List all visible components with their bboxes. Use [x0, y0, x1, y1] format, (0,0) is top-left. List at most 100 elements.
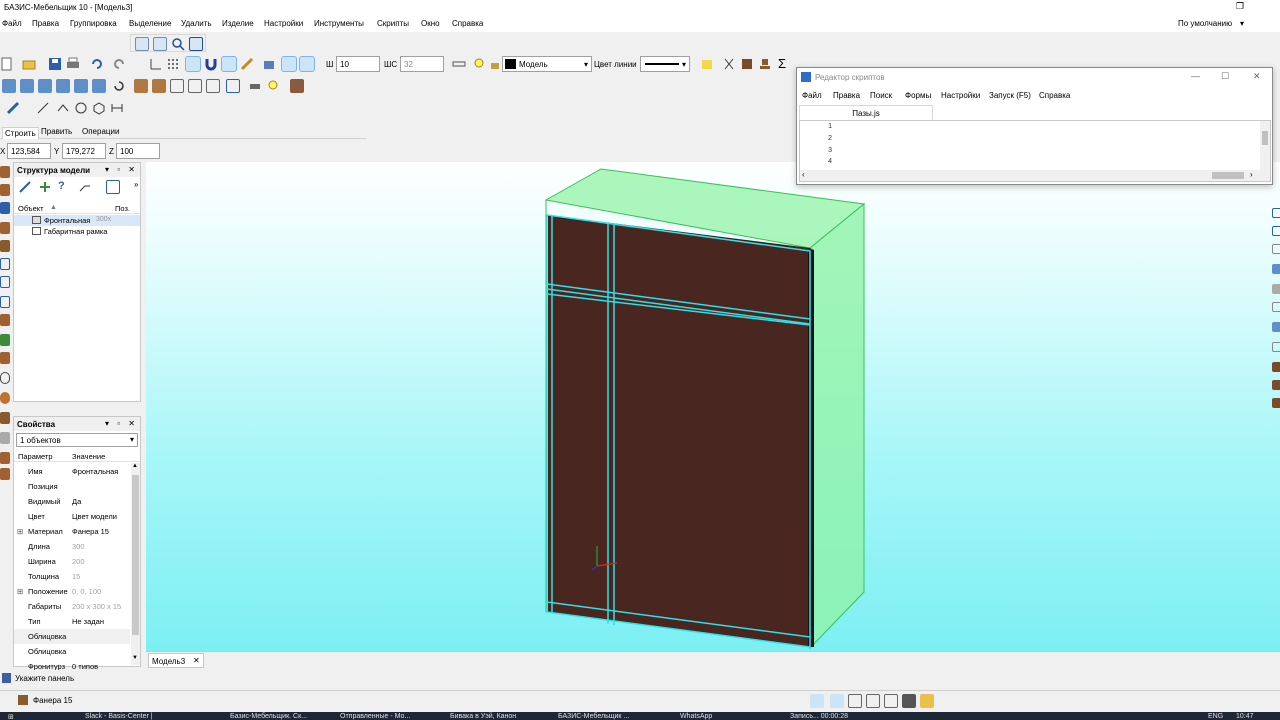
tab-build[interactable]: Строить — [2, 127, 39, 139]
scroll-down-icon[interactable]: ▼ — [132, 655, 138, 661]
open-folder-icon[interactable] — [22, 57, 36, 71]
side-tool-16-icon[interactable] — [0, 452, 10, 464]
status-tool-5-icon[interactable] — [884, 694, 898, 708]
new-file-icon[interactable] — [0, 57, 14, 71]
side-tool-3-icon[interactable] — [0, 202, 10, 214]
box-5-icon[interactable] — [206, 79, 220, 93]
layer-select[interactable]: Модель ▾ — [502, 56, 592, 72]
3d-viewport[interactable] — [146, 162, 1280, 651]
property-row[interactable]: Имя Фронтальная — [14, 464, 130, 479]
box-4-icon[interactable] — [188, 79, 202, 93]
script-menu-run[interactable]: Запуск (F5) — [989, 91, 1031, 100]
side-right-8-icon[interactable] — [1272, 342, 1280, 352]
menu-edit[interactable]: Правка — [32, 19, 59, 28]
property-row[interactable]: Видимый Да — [14, 494, 130, 509]
col-pos[interactable]: Поз. — [115, 204, 130, 213]
side-right-10-icon[interactable] — [1272, 380, 1280, 390]
scroll-thumb[interactable] — [132, 475, 139, 635]
bulb-icon[interactable] — [472, 57, 486, 71]
document-tab[interactable]: Модель3 ✕ — [148, 653, 204, 668]
box-3-icon[interactable] — [170, 79, 184, 93]
taskbar-item[interactable]: БАЗИС-Мебельщик ... — [558, 713, 629, 720]
zoom-all-icon[interactable] — [135, 37, 149, 51]
side-right-9-icon[interactable] — [1272, 362, 1280, 372]
side-right-2-icon[interactable] — [1272, 226, 1280, 236]
fittings-icon[interactable] — [248, 79, 262, 93]
property-row[interactable]: Длина 300 — [14, 539, 130, 554]
z-coord-field[interactable]: 100 — [116, 143, 160, 159]
menu-scripts[interactable]: Скрипты — [377, 19, 409, 28]
view-3d-icon[interactable] — [262, 57, 276, 71]
side-right-1-icon[interactable] — [1272, 208, 1280, 218]
properties-scrollbar[interactable]: ▲ ▼ — [131, 463, 140, 665]
expand-icon[interactable]: ⊞ — [17, 587, 23, 596]
dimension-tool-icon[interactable] — [110, 101, 124, 115]
menu-select[interactable]: Выделение — [129, 19, 171, 28]
axis-icon[interactable] — [148, 57, 162, 71]
menu-help[interactable]: Справка — [452, 19, 483, 28]
panel-tool-2-icon[interactable] — [20, 79, 34, 93]
save-icon[interactable] — [48, 57, 62, 71]
stamp-icon[interactable] — [758, 57, 772, 71]
line-tool-icon[interactable] — [36, 101, 50, 115]
status-tool-1-icon[interactable] — [810, 694, 824, 708]
snap-end-icon[interactable] — [221, 56, 237, 72]
tree-item[interactable]: Габаритная рамка — [14, 226, 140, 237]
restore-icon[interactable]: ❐ — [1236, 1, 1244, 12]
side-right-7-icon[interactable] — [1272, 322, 1280, 332]
property-row[interactable]: Габариты 200 x 300 x 15 — [14, 599, 130, 614]
circle-tool-icon[interactable] — [74, 101, 88, 115]
grid-snap-icon[interactable] — [166, 57, 180, 71]
side-tool-8-icon[interactable] — [0, 296, 10, 308]
tree-item[interactable]: Фронтальная 300x — [14, 215, 140, 226]
property-row[interactable]: Толщина 15 — [14, 569, 130, 584]
lock-icon[interactable] — [488, 57, 502, 71]
property-row[interactable]: Тип Не задан — [14, 614, 130, 629]
side-tool-4-icon[interactable] — [0, 222, 10, 234]
selection-select[interactable]: 1 объектов ▾ — [16, 433, 138, 447]
zoom-window-icon[interactable] — [153, 37, 167, 51]
materials-icon[interactable] — [700, 57, 714, 71]
side-tool-1-icon[interactable] — [0, 166, 10, 178]
side-tool-14-icon[interactable] — [0, 412, 10, 424]
panel-window-buttons[interactable]: ▾ ▫ ✕ — [105, 165, 138, 174]
layout-preset[interactable]: По умолчанию — [1178, 19, 1232, 28]
side-right-3-icon[interactable] — [1272, 244, 1280, 254]
script-menu-forms[interactable]: Формы — [905, 91, 931, 100]
status-tool-6-icon[interactable] — [902, 694, 916, 708]
minimize-icon[interactable]: — — [1191, 71, 1200, 81]
side-tool-5-icon[interactable] — [0, 240, 10, 252]
print-icon[interactable] — [66, 57, 80, 71]
snap-line-icon[interactable] — [185, 56, 201, 72]
layers-icon[interactable] — [452, 57, 466, 71]
side-right-4-icon[interactable] — [1272, 264, 1280, 274]
status-tool-4-icon[interactable] — [866, 694, 880, 708]
rotate-icon[interactable] — [112, 79, 126, 93]
side-tool-6-icon[interactable] — [0, 258, 10, 270]
script-menu-settings[interactable]: Настройки — [941, 91, 980, 100]
code-horizontal-scrollbar[interactable]: ‹ › — [800, 170, 1270, 181]
struct-tool-3-icon[interactable]: ? — [58, 180, 72, 194]
scroll-thumb[interactable] — [1212, 172, 1244, 179]
menu-group[interactable]: Группировка — [70, 19, 117, 28]
property-row[interactable]: Позиция — [14, 479, 130, 494]
table-icon[interactable] — [226, 79, 240, 93]
select-icon[interactable] — [281, 56, 297, 72]
menu-delete[interactable]: Удалить — [181, 19, 212, 28]
bulb-2-icon[interactable] — [266, 79, 280, 93]
close-icon[interactable]: ✕ — [193, 656, 200, 665]
close-icon[interactable]: ✕ — [1253, 71, 1261, 82]
menu-tools[interactable]: Инструменты — [314, 19, 364, 28]
start-icon[interactable]: ⊞ — [8, 713, 14, 720]
sum-icon[interactable]: Σ — [778, 56, 786, 71]
hs-field[interactable]: 32 — [400, 56, 444, 72]
panel-tool-5-icon[interactable] — [74, 79, 88, 93]
scroll-left-icon[interactable]: ‹ — [802, 170, 805, 179]
x-coord-field[interactable]: 123,584 — [7, 143, 51, 159]
script-menu-search[interactable]: Поиск — [870, 91, 892, 100]
property-row[interactable]: Цвет Цвет модели — [14, 509, 130, 524]
panel-tool-6-icon[interactable] — [92, 79, 106, 93]
side-tool-17-icon[interactable] — [0, 468, 10, 480]
taskbar-item[interactable]: Отправленные - Мо... — [340, 713, 410, 720]
report-icon[interactable] — [740, 57, 754, 71]
